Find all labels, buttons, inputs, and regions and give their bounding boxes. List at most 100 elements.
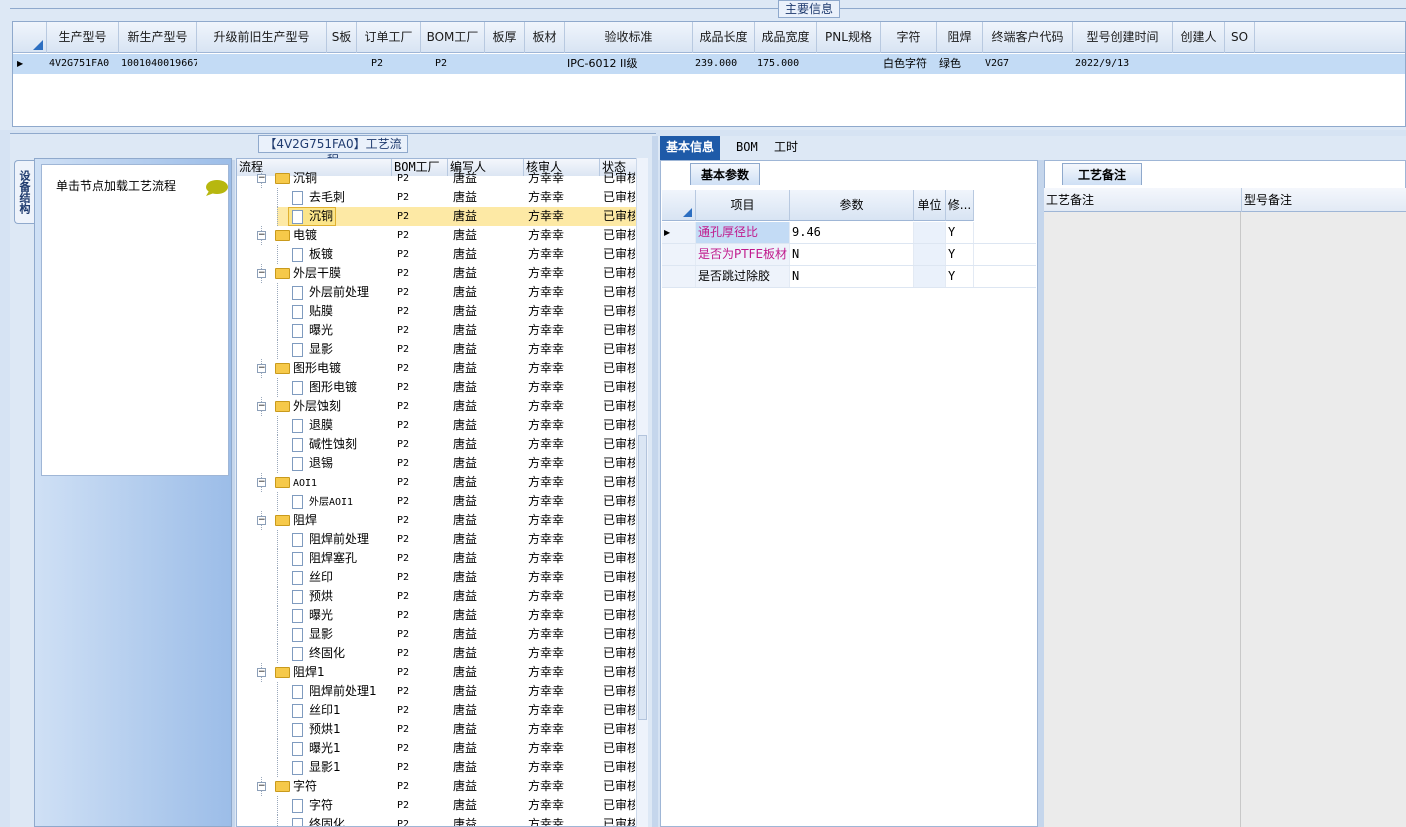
tree-step-row[interactable]: 退锡 P2 唐益 方幸幸 已审核 (237, 454, 637, 473)
tree-step-row[interactable]: 终固化 P2 唐益 方幸幸 已审核 (237, 644, 637, 663)
params-cell-value[interactable]: 9.46 (790, 222, 914, 243)
main-info-cell[interactable]: P2 (421, 54, 485, 74)
tree-step-row[interactable]: 碱性蚀刻 P2 唐益 方幸幸 已审核 (237, 435, 637, 454)
tree-node[interactable]: 外层干膜 (273, 265, 343, 282)
tree-step-row[interactable]: 预烘1 P2 唐益 方幸幸 已审核 (237, 720, 637, 739)
params-row[interactable]: 是否跳过除胶 N Y (662, 266, 1036, 288)
main-splitter[interactable] (652, 136, 658, 827)
tree-step-row[interactable]: 图形电镀 P2 唐益 方幸幸 已审核 (237, 378, 637, 397)
main-info-cell[interactable] (197, 54, 327, 74)
params-column-header[interactable]: 修... (946, 190, 974, 221)
main-info-column-header[interactable]: 订单工厂 (357, 22, 421, 53)
params-row[interactable]: 是否为PTFE板材 N Y (662, 244, 1036, 266)
tree-step-row[interactable]: 退膜 P2 唐益 方幸幸 已审核 (237, 416, 637, 435)
tree-group-row[interactable]: − 阻焊1 P2 唐益 方幸幸 已审核 (237, 663, 637, 682)
tree-node[interactable]: 字符 (273, 778, 319, 795)
tree-group-row[interactable]: − 图形电镀 P2 唐益 方幸幸 已审核 (237, 359, 637, 378)
tree-node[interactable]: 阻焊塞孔 (289, 550, 359, 567)
tree-node[interactable]: 外层前处理 (289, 284, 371, 301)
tree-node[interactable]: 退膜 (289, 417, 335, 434)
main-info-column-header[interactable]: S板 (327, 22, 357, 53)
tree-step-row[interactable]: 终固化 P2 唐益 方幸幸 已审核 (237, 815, 637, 826)
main-info-cell[interactable] (485, 54, 525, 74)
collapse-icon[interactable]: − (257, 478, 266, 487)
load-process-box[interactable]: 单击节点加载工艺流程 (41, 164, 229, 476)
tree-node[interactable]: 阻焊 (273, 512, 319, 529)
collapse-icon[interactable]: − (257, 231, 266, 240)
tree-step-row[interactable]: 显影 P2 唐益 方幸幸 已审核 (237, 625, 637, 644)
main-info-cell[interactable]: 175.000 (755, 54, 817, 74)
collapse-icon[interactable]: − (257, 516, 266, 525)
params-column-header[interactable]: 项目 (696, 190, 790, 221)
main-info-column-header[interactable]: 成品长度 (693, 22, 755, 53)
tree-node[interactable]: 阻焊1 (273, 664, 327, 681)
process-tree[interactable]: 流程BOM工厂编写人核审人状态 −沉铜P2唐益方幸幸已审核去毛刺P2唐益方幸幸已… (236, 158, 648, 827)
main-info-column-header[interactable]: 终端客户代码 (983, 22, 1073, 53)
tree-group-row[interactable]: − 阻焊 P2 唐益 方幸幸 已审核 (237, 511, 637, 530)
main-info-cell[interactable]: 2022/9/13 (1073, 54, 1173, 74)
tree-group-row[interactable]: − 沉铜 P2 唐益 方幸幸 已审核 (237, 169, 637, 188)
params-cell-unit[interactable] (914, 222, 946, 243)
tree-step-row[interactable]: 曝光 P2 唐益 方幸幸 已审核 (237, 321, 637, 340)
basic-params-grid[interactable]: 项目 参数 单位 修... ▶ 通孔厚径比 9.46 Y 是否为PTFE板材 N Y 是否跳过除胶 N Y (662, 190, 1036, 288)
params-cell-mod[interactable]: Y (946, 222, 974, 243)
main-info-cell[interactable] (327, 54, 357, 74)
tree-node[interactable]: 阻焊前处理1 (289, 683, 379, 700)
tree-node[interactable]: 图形电镀 (273, 360, 343, 377)
main-info-column-header[interactable]: BOM工厂 (421, 22, 485, 53)
tree-step-row[interactable]: 曝光1 P2 唐益 方幸幸 已审核 (237, 739, 637, 758)
tree-node[interactable]: 电镀 (273, 227, 319, 244)
collapse-icon[interactable]: − (257, 174, 266, 183)
params-column-header[interactable]: 单位 (914, 190, 946, 221)
tree-node[interactable]: 外层AOI1 (289, 493, 355, 510)
params-cell-item[interactable]: 通孔厚径比 (696, 222, 790, 243)
tree-step-row[interactable]: 丝印1 P2 唐益 方幸幸 已审核 (237, 701, 637, 720)
tree-step-row[interactable]: 板镀 P2 唐益 方幸幸 已审核 (237, 245, 637, 264)
params-cell-value[interactable]: N (790, 244, 914, 265)
tree-node[interactable]: 终固化 (289, 816, 347, 826)
tree-step-row[interactable]: 阻焊前处理1 P2 唐益 方幸幸 已审核 (237, 682, 637, 701)
tree-step-row[interactable]: 显影1 P2 唐益 方幸幸 已审核 (237, 758, 637, 777)
side-splitter[interactable] (232, 160, 235, 827)
main-info-cell[interactable]: 绿色 (937, 54, 983, 74)
main-info-cell[interactable]: V2G7 (983, 54, 1073, 74)
tree-node[interactable]: 阻焊前处理 (289, 531, 371, 548)
tree-node[interactable]: 沉铜 (287, 207, 337, 226)
tab-equipment-structure[interactable]: 设备结构 (14, 160, 34, 224)
main-info-column-header[interactable]: PNL规格 (817, 22, 881, 53)
tab-basic-params[interactable]: 基本参数 (690, 163, 760, 185)
collapse-icon[interactable]: − (257, 782, 266, 791)
tree-step-row[interactable]: 丝印 P2 唐益 方幸幸 已审核 (237, 568, 637, 587)
main-info-cell[interactable] (1225, 54, 1255, 74)
tree-node[interactable]: 显影1 (289, 759, 343, 776)
tree-node[interactable]: 预烘1 (289, 721, 343, 738)
collapse-icon[interactable]: − (257, 269, 266, 278)
main-info-cell[interactable]: 10010400196674 (119, 54, 197, 74)
tree-scroll-thumb[interactable] (638, 435, 647, 720)
tree-node[interactable]: 板镀 (289, 246, 335, 263)
collapse-icon[interactable]: − (257, 402, 266, 411)
remarks-column-process[interactable]: 工艺备注 (1044, 188, 1242, 212)
tree-step-row[interactable]: 阻焊前处理 P2 唐益 方幸幸 已审核 (237, 530, 637, 549)
params-cell-mod[interactable]: Y (946, 266, 974, 287)
tree-step-row[interactable]: 预烘 P2 唐益 方幸幸 已审核 (237, 587, 637, 606)
tree-node[interactable]: 曝光 (289, 322, 335, 339)
remarks-column-model[interactable]: 型号备注 (1242, 188, 1406, 212)
tree-group-row[interactable]: − 外层蚀刻 P2 唐益 方幸幸 已审核 (237, 397, 637, 416)
tree-node[interactable]: 图形电镀 (289, 379, 359, 396)
tab-process-remarks[interactable]: 工艺备注 (1062, 163, 1142, 185)
collapse-icon[interactable]: − (257, 364, 266, 373)
tab-work-hours[interactable]: 工时 (768, 136, 804, 160)
tree-node[interactable]: 终固化 (289, 645, 347, 662)
tree-node[interactable]: 沉铜 (273, 170, 319, 187)
main-info-column-header[interactable]: 板材 (525, 22, 565, 53)
main-info-column-header[interactable]: 字符 (881, 22, 937, 53)
main-info-cell[interactable]: 白色字符 (881, 54, 937, 74)
main-info-column-header[interactable]: 阻焊 (937, 22, 983, 53)
main-info-column-header[interactable]: 新生产型号 (119, 22, 197, 53)
main-info-cell[interactable] (817, 54, 881, 74)
tree-step-row[interactable]: 曝光 P2 唐益 方幸幸 已审核 (237, 606, 637, 625)
main-info-column-header[interactable]: 生产型号 (47, 22, 119, 53)
params-cell-value[interactable]: N (790, 266, 914, 287)
tree-node[interactable]: 字符 (289, 797, 335, 814)
